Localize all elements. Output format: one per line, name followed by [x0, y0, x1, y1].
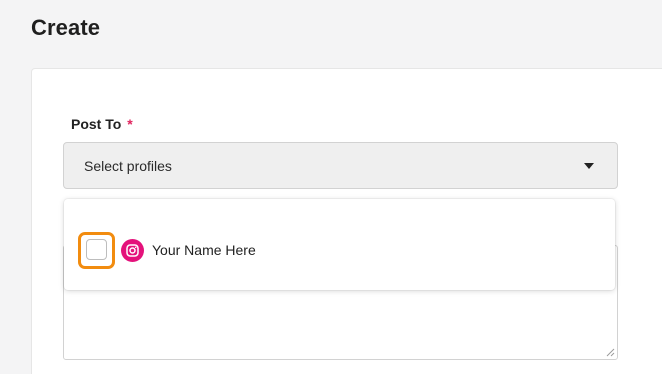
profile-checkbox[interactable] — [86, 239, 107, 260]
resize-handle-icon[interactable] — [606, 348, 615, 357]
create-page: Create Post To * Select profiles Your Nam… — [0, 0, 662, 374]
instagram-icon — [121, 239, 144, 262]
caret-down-icon — [584, 163, 594, 169]
profile-option[interactable]: Your Name Here — [78, 230, 378, 270]
post-to-label: Post To * — [71, 116, 133, 132]
profiles-select-placeholder: Select profiles — [84, 158, 172, 174]
post-to-label-text: Post To — [71, 116, 122, 132]
required-marker: * — [127, 116, 133, 132]
profiles-dropdown-menu: Your Name Here — [64, 199, 615, 290]
profiles-select[interactable]: Select profiles — [63, 142, 618, 189]
profile-option-label: Your Name Here — [152, 242, 256, 258]
page-title: Create — [31, 15, 101, 40]
